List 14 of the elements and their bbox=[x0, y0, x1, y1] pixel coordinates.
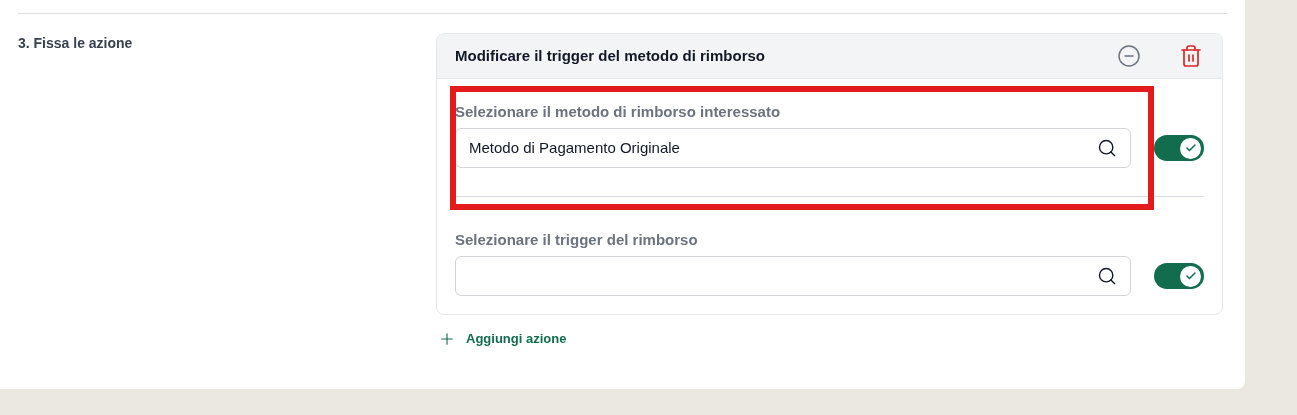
field-label: Selezionare il trigger del rimborso bbox=[455, 231, 699, 249]
collapse-icon[interactable] bbox=[1117, 44, 1141, 68]
search-icon bbox=[1097, 138, 1117, 158]
check-icon bbox=[1184, 270, 1197, 282]
search-icon bbox=[1097, 266, 1117, 286]
toggle-switch[interactable] bbox=[1154, 135, 1204, 161]
card-title: Modificare il trigger del metodo di rimborso bbox=[455, 45, 767, 66]
step-title: 3. Fissa le azione bbox=[18, 34, 134, 53]
search-field[interactable] bbox=[455, 256, 1131, 296]
add-action-link[interactable]: Aggiungi azione bbox=[438, 329, 567, 349]
check-icon bbox=[1184, 142, 1197, 154]
toggle-switch[interactable] bbox=[1154, 263, 1204, 289]
field-label: Selezionare il metodo di rimborso interessato bbox=[455, 103, 782, 121]
delete-icon[interactable] bbox=[1179, 44, 1203, 68]
